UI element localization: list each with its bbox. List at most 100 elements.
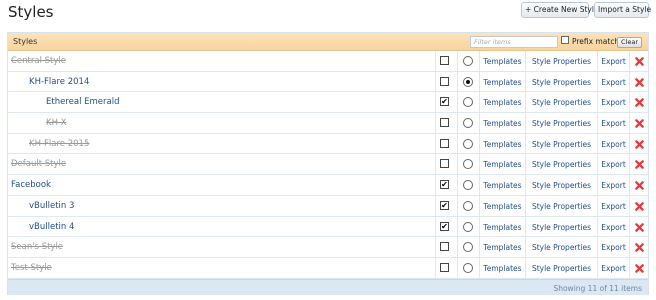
style-enabled-checkbox[interactable] — [440, 159, 449, 169]
export-link[interactable]: Export — [598, 217, 629, 232]
style-default-radio[interactable] — [463, 76, 473, 87]
style-properties-link[interactable]: Style Properties — [526, 175, 597, 190]
style-enabled-checkbox[interactable]: ✔ — [440, 180, 449, 190]
style-title-link[interactable]: vBulletin 3 — [29, 201, 74, 211]
templates-link[interactable]: Templates — [480, 196, 525, 211]
templates-link[interactable]: Templates — [480, 258, 525, 273]
style-properties-link[interactable]: Style Properties — [526, 72, 597, 87]
create-new-style-button[interactable]: + Create New Style — [521, 2, 599, 18]
style-title-cell: Ethereal Emerald — [8, 92, 436, 113]
style-title-link[interactable]: Central Style — [11, 56, 66, 66]
import-style-button[interactable]: Import a Style — [594, 2, 651, 18]
style-default-radio[interactable] — [463, 200, 473, 211]
prefix-match-checkbox[interactable] — [561, 36, 569, 44]
style-title-link[interactable]: KH-X — [46, 118, 66, 128]
templates-cell: Templates — [480, 71, 526, 92]
style-default-radio[interactable] — [463, 262, 473, 273]
style-title-link[interactable]: vBulletin 4 — [29, 222, 74, 232]
delete-icon[interactable] — [635, 181, 644, 190]
style-row: Test Style Templates Style Properties Ex… — [8, 257, 648, 279]
export-link[interactable]: Export — [598, 258, 629, 273]
style-title-link[interactable]: Sean's Style — [11, 242, 63, 252]
style-title-cell: Default Style — [8, 154, 436, 175]
templates-link[interactable]: Templates — [480, 92, 525, 107]
style-properties-link[interactable]: Style Properties — [526, 237, 597, 252]
style-title-cell: vBulletin 4 — [8, 216, 436, 237]
templates-link[interactable]: Templates — [480, 154, 525, 169]
templates-link[interactable]: Templates — [480, 175, 525, 190]
delete-icon[interactable] — [635, 98, 644, 108]
style-default-radio[interactable] — [463, 56, 473, 66]
templates-cell: Templates — [480, 133, 526, 154]
templates-link[interactable]: Templates — [480, 51, 525, 66]
style-enabled-cell: ✔ — [436, 92, 458, 113]
templates-link[interactable]: Templates — [480, 217, 525, 232]
style-title-link[interactable]: Default Style — [11, 159, 66, 169]
style-title-link[interactable]: KH-Flare 2014 — [29, 77, 89, 87]
style-title-link[interactable]: Test Style — [11, 263, 52, 273]
templates-cell: Templates — [480, 257, 526, 278]
style-enabled-checkbox[interactable] — [440, 76, 449, 86]
style-title-link[interactable]: KH-Flare 2015 — [29, 139, 89, 149]
style-default-radio[interactable] — [463, 221, 473, 232]
export-link[interactable]: Export — [598, 237, 629, 252]
style-enabled-cell: ✔ — [436, 175, 458, 195]
style-enabled-checkbox[interactable]: ✔ — [440, 97, 449, 107]
templates-link[interactable]: Templates — [480, 237, 525, 252]
style-properties-link[interactable]: Style Properties — [526, 217, 597, 232]
style-properties-link[interactable]: Style Properties — [526, 196, 597, 211]
delete-icon[interactable] — [635, 119, 644, 128]
style-properties-link[interactable]: Style Properties — [526, 154, 597, 169]
style-enabled-checkbox[interactable] — [440, 56, 449, 65]
export-link[interactable]: Export — [598, 51, 629, 66]
export-link[interactable]: Export — [598, 72, 629, 87]
export-link[interactable]: Export — [598, 92, 629, 107]
delete-icon[interactable] — [635, 264, 644, 273]
export-cell: Export — [598, 175, 630, 195]
style-enabled-checkbox[interactable] — [440, 262, 449, 272]
clear-filter-button[interactable]: Clear — [617, 37, 642, 48]
style-title-link[interactable]: Ethereal Emerald — [46, 97, 119, 107]
style-default-radio[interactable] — [463, 180, 473, 191]
delete-icon[interactable] — [635, 222, 644, 232]
export-link[interactable]: Export — [598, 196, 629, 211]
style-default-radio[interactable] — [463, 159, 473, 170]
delete-icon[interactable] — [635, 160, 644, 170]
style-enabled-checkbox[interactable] — [440, 242, 449, 252]
delete-icon[interactable] — [635, 201, 644, 211]
style-default-radio[interactable] — [463, 138, 473, 149]
style-default-cell — [458, 133, 480, 154]
export-link[interactable]: Export — [598, 175, 629, 190]
style-default-cell — [458, 154, 480, 175]
templates-link[interactable]: Templates — [480, 113, 525, 128]
style-enabled-checkbox[interactable] — [440, 138, 449, 148]
templates-link[interactable]: Templates — [480, 134, 525, 149]
style-default-radio[interactable] — [463, 97, 473, 108]
style-properties-link[interactable]: Style Properties — [526, 51, 597, 66]
style-properties-cell: Style Properties — [526, 195, 598, 216]
style-default-radio[interactable] — [463, 118, 473, 129]
filter-input[interactable]: Filter items — [470, 36, 558, 48]
delete-icon[interactable] — [635, 243, 644, 253]
templates-link[interactable]: Templates — [480, 72, 525, 87]
style-properties-link[interactable]: Style Properties — [526, 113, 597, 128]
export-cell: Export — [598, 195, 630, 216]
delete-icon[interactable] — [635, 77, 644, 87]
export-link[interactable]: Export — [598, 154, 629, 169]
templates-cell: Templates — [480, 154, 526, 175]
style-default-cell — [458, 113, 480, 133]
delete-icon[interactable] — [635, 139, 644, 149]
style-enabled-checkbox[interactable]: ✔ — [440, 200, 449, 210]
style-properties-link[interactable]: Style Properties — [526, 258, 597, 273]
export-link[interactable]: Export — [598, 113, 629, 128]
delete-cell — [630, 217, 648, 237]
style-enabled-checkbox[interactable]: ✔ — [440, 221, 449, 231]
style-properties-link[interactable]: Style Properties — [526, 92, 597, 107]
style-properties-link[interactable]: Style Properties — [526, 134, 597, 149]
style-default-radio[interactable] — [463, 242, 473, 253]
export-link[interactable]: Export — [598, 134, 629, 149]
style-title-link[interactable]: Facebook — [11, 180, 51, 190]
style-properties-cell: Style Properties — [526, 51, 598, 71]
delete-icon[interactable] — [635, 57, 644, 66]
style-enabled-checkbox[interactable] — [440, 118, 449, 128]
